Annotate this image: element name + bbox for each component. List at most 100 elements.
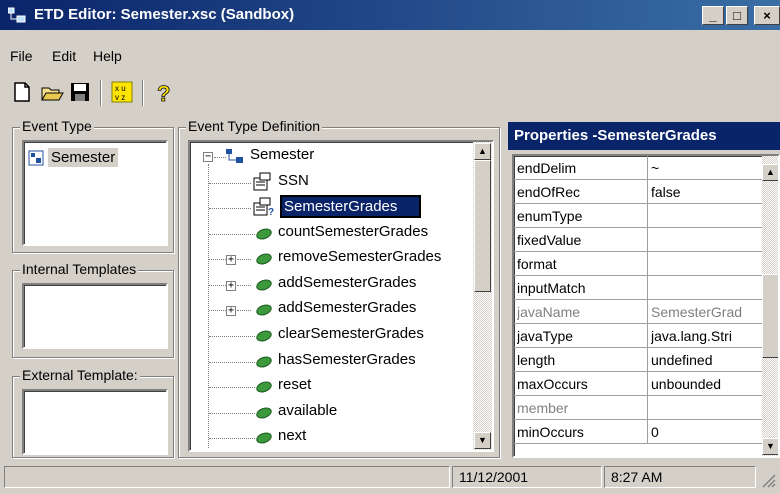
property-name: javaType	[517, 328, 574, 344]
property-value[interactable]: java.lang.Stri	[651, 328, 761, 344]
properties-title: Properties -SemesterGrades	[508, 122, 780, 150]
expand-icon[interactable]: +	[226, 280, 236, 291]
property-value[interactable]: unbounded	[651, 376, 761, 392]
svg-text:?: ?	[268, 207, 274, 217]
save-icon[interactable]	[68, 80, 92, 104]
method-icon	[254, 405, 274, 421]
property-row[interactable]: inputMatch	[514, 276, 764, 300]
tree-node-method[interactable]: hasSemesterGrades	[190, 351, 470, 375]
property-value[interactable]: SemesterGrad	[651, 304, 761, 320]
resize-grip-icon[interactable]	[760, 472, 776, 488]
tree-node-method[interactable]: reset	[190, 376, 470, 400]
property-row[interactable]: member	[514, 396, 764, 420]
property-row[interactable]: maxOccurs unbounded	[514, 372, 764, 396]
tree-scrollbar[interactable]: ▲ ▼	[473, 142, 492, 450]
close-icon: ×	[763, 8, 771, 23]
minimize-button[interactable]: _	[702, 6, 724, 25]
maximize-button[interactable]: □	[726, 6, 748, 25]
menu-file[interactable]: File	[10, 48, 33, 64]
tree-node-method[interactable]: clearSemesterGrades	[190, 325, 470, 349]
arrow-down-icon: ▼	[478, 435, 487, 445]
event-type-list[interactable]: Semester	[22, 140, 168, 246]
scroll-down-button[interactable]: ▼	[474, 432, 491, 449]
collapse-icon[interactable]: −	[203, 152, 213, 162]
internal-templates-label: Internal Templates	[20, 261, 139, 277]
property-row[interactable]: endOfRec false	[514, 180, 764, 204]
minimize-icon: _	[709, 8, 717, 23]
menu-edit[interactable]: Edit	[52, 48, 76, 64]
property-name: member	[517, 400, 569, 416]
property-name: length	[517, 352, 556, 368]
tree-node-method[interactable]: + addSemesterGrades	[190, 274, 470, 298]
external-templates-list[interactable]	[22, 389, 168, 455]
internal-templates-list[interactable]	[22, 283, 168, 349]
menu-help[interactable]: Help	[93, 48, 122, 64]
expand-icon[interactable]: +	[226, 255, 236, 266]
arrow-up-icon: ▲	[478, 146, 487, 156]
status-date: 11/12/2001	[452, 466, 602, 488]
status-panel-main	[4, 466, 450, 488]
property-row[interactable]: format	[514, 252, 764, 276]
property-row[interactable]: enumType	[514, 204, 764, 228]
definition-tree[interactable]: − Semester SSN ? SemesterGrades countSem…	[188, 140, 494, 452]
open-folder-icon[interactable]	[40, 80, 64, 104]
tree-node-method[interactable]: next	[190, 427, 470, 450]
title-bar[interactable]: ETD Editor: Semester.xsc (Sandbox) _ □ ×	[0, 0, 780, 30]
tree-node-label: Semester	[250, 146, 315, 163]
scroll-up-button[interactable]: ▲	[762, 164, 778, 181]
tree-node-root[interactable]: − Semester	[190, 146, 470, 170]
property-name: maxOccurs	[517, 376, 588, 392]
tree-node-method[interactable]: available	[190, 402, 470, 426]
arrow-down-icon: ▼	[766, 441, 775, 451]
expand-icon[interactable]: +	[226, 306, 236, 317]
menu-bar: File Edit Help	[0, 42, 780, 66]
tree-node-method[interactable]: + removeSemesterGrades	[190, 248, 470, 272]
property-row[interactable]: javaName SemesterGrad	[514, 300, 764, 324]
property-value[interactable]: false	[651, 184, 761, 200]
property-row[interactable]: endDelim ~	[514, 156, 764, 180]
tree-node-label-selected[interactable]: SemesterGrades	[280, 195, 422, 218]
toolbar-separator	[100, 80, 102, 106]
property-row[interactable]: javaType java.lang.Stri	[514, 324, 764, 348]
property-name: inputMatch	[517, 280, 586, 296]
property-value[interactable]: 0	[651, 424, 761, 440]
tree-node-label: available	[278, 401, 338, 419]
field-node-icon	[253, 172, 271, 191]
property-name: endDelim	[517, 160, 577, 176]
tree-node-ssn[interactable]: SSN	[190, 172, 470, 196]
scroll-down-button[interactable]: ▼	[762, 438, 778, 455]
property-grid[interactable]: endDelim ~ endOfRec false enumType fixedValue…	[512, 154, 780, 458]
scroll-thumb[interactable]	[762, 274, 778, 358]
properties-panel: Properties -SemesterGrades endDelim ~ endO…	[508, 122, 780, 458]
property-row[interactable]: minOccurs 0	[514, 420, 764, 444]
property-name: enumType	[517, 208, 583, 224]
property-row[interactable]: length undefined	[514, 348, 764, 372]
scroll-thumb[interactable]	[474, 160, 491, 292]
scroll-up-button[interactable]: ▲	[474, 143, 491, 160]
tree-node-label: countSemesterGrades	[278, 222, 429, 240]
grid-icon[interactable]: x u v z	[110, 80, 134, 104]
event-type-icon	[28, 150, 44, 166]
tree-node-label: next	[278, 427, 307, 445]
tree-node-method[interactable]: countSemesterGrades	[190, 223, 470, 247]
property-name: format	[517, 256, 557, 272]
property-value[interactable]: undefined	[651, 352, 761, 368]
tree-node-semestergrades[interactable]: ? SemesterGrades	[190, 195, 470, 221]
property-name: endOfRec	[517, 184, 581, 200]
maximize-icon: □	[733, 8, 741, 23]
field-repeat-node-icon: ?	[253, 197, 274, 217]
property-name: javaName	[517, 304, 581, 320]
external-templates-label: External Template:	[20, 367, 140, 383]
property-value[interactable]: ~	[651, 160, 761, 176]
tree-node-method[interactable]: + addSemesterGrades	[190, 299, 470, 323]
properties-scrollbar[interactable]: ▲ ▼	[762, 156, 778, 456]
close-button[interactable]: ×	[754, 6, 780, 25]
method-icon	[254, 430, 274, 446]
method-icon	[254, 302, 274, 318]
event-type-item-label: Semester	[48, 148, 119, 167]
property-row[interactable]: fixedValue	[514, 228, 764, 252]
help-icon[interactable]: ?	[152, 80, 176, 104]
window-title: ETD Editor: Semester.xsc (Sandbox)	[34, 6, 295, 23]
new-file-icon[interactable]	[10, 80, 34, 104]
property-name: fixedValue	[517, 232, 582, 248]
